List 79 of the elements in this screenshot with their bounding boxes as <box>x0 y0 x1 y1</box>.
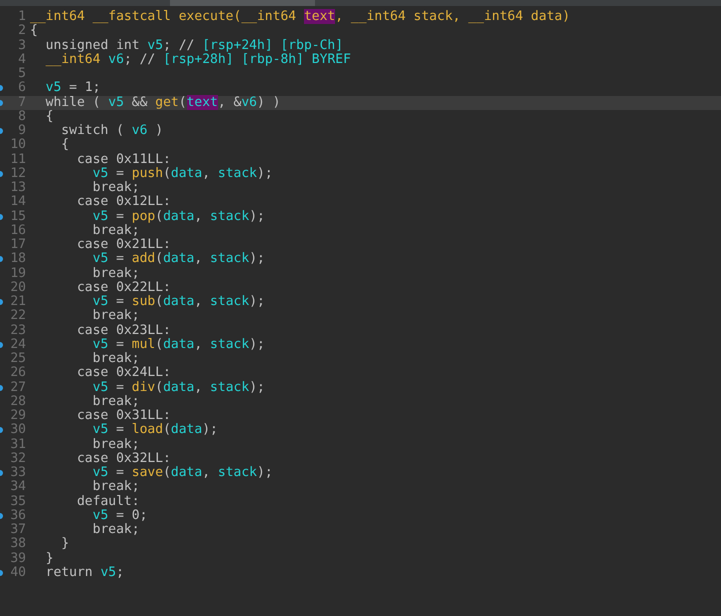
code-line: v5 = 1; <box>44 81 102 96</box>
code-line: case 0x11LL: <box>76 152 172 167</box>
line-number: 36 <box>10 508 26 523</box>
line-number: 18 <box>10 252 26 267</box>
line-number: 11 <box>10 152 26 167</box>
line-number: 39 <box>10 552 26 566</box>
active-tab[interactable] <box>170 0 315 6</box>
code-line: v5 = pop(data, stack); <box>92 210 266 224</box>
line-number: 27 <box>10 380 26 395</box>
line-number: 23 <box>10 324 26 338</box>
code-line: v5 = 0; <box>92 508 148 523</box>
code-line: break; <box>92 480 141 494</box>
line-number: 32 <box>10 452 26 466</box>
code-line: break; <box>92 352 141 366</box>
code-line: break; <box>92 266 141 281</box>
line-number: 1 <box>18 10 26 24</box>
line-number: 20 <box>10 280 26 295</box>
code-line: v5 = div(data, stack); <box>92 380 266 395</box>
line-number: 19 <box>10 266 26 281</box>
line-number: 8 <box>18 110 26 124</box>
code-line: default: <box>76 494 141 509</box>
code-line: break; <box>92 181 141 195</box>
code-line: v5 = sub(data, stack); <box>92 295 266 309</box>
code-line: while ( v5 && get(text, &v6) ) <box>44 96 282 110</box>
code-line: switch ( v6 ) <box>60 124 164 138</box>
line-number: 31 <box>10 438 26 452</box>
code-line: case 0x32LL: <box>76 452 172 466</box>
code-line: v5 = push(data, stack); <box>92 166 274 181</box>
code-line: unsigned int v5; // [rsp+24h] [rbp-Ch] <box>44 38 344 52</box>
line-number: 10 <box>10 138 26 153</box>
line-number: 17 <box>10 238 26 252</box>
line-number: 24 <box>10 338 26 352</box>
line-number: 22 <box>10 309 26 324</box>
line-number: 34 <box>10 480 26 495</box>
code-line: __int64 __fastcall execute(__int64 text, __int64 stack, __int64 data) <box>30 10 572 24</box>
line-number: 16 <box>10 224 26 238</box>
line-number: 40 <box>10 566 26 580</box>
line-number: 13 <box>10 181 26 196</box>
code-line: } <box>60 537 70 552</box>
code-line: v5 = mul(data, stack); <box>92 338 266 352</box>
code-line: case 0x23LL: <box>76 324 172 338</box>
line-number: 14 <box>10 195 26 210</box>
code-line: { <box>44 110 54 124</box>
line-number: 5 <box>18 67 26 81</box>
line-number: 21 <box>10 295 26 309</box>
line-number: 35 <box>10 494 26 509</box>
code-line: __int64 v6; // [rsp+28h] [rbp-8h] BYREF <box>44 52 352 67</box>
code-line: v5 = save(data, stack); <box>92 466 274 480</box>
code-line: { <box>30 24 39 38</box>
line-number: 3 <box>18 38 26 53</box>
code-line: case 0x24LL: <box>76 366 172 380</box>
code-line: break; <box>92 394 141 409</box>
code-line: return v5; <box>44 566 125 580</box>
code-line: break; <box>92 523 141 538</box>
code-line: v5 = add(data, stack); <box>92 252 266 266</box>
code-line: case 0x21LL: <box>76 238 172 252</box>
code-line: case 0x12LL: <box>76 195 172 210</box>
line-number: 4 <box>18 52 26 68</box>
code-line: break; <box>92 438 141 452</box>
code-line: case 0x22LL: <box>76 280 172 295</box>
line-number: 37 <box>10 523 26 537</box>
line-number: 2 <box>18 24 26 39</box>
line-number: 38 <box>10 537 26 552</box>
line-number: 26 <box>10 366 26 381</box>
line-number: 6 <box>18 81 26 96</box>
line-number: 9 <box>18 124 26 138</box>
code-line: { <box>60 138 70 152</box>
code-line: break; <box>92 309 141 324</box>
line-number: 29 <box>10 409 26 423</box>
code-line: } <box>44 552 54 566</box>
code-line: break; <box>92 224 140 238</box>
code-line: case 0x31LL: <box>76 409 172 423</box>
line-number: 28 <box>10 394 26 409</box>
code-line: v5 = load(data); <box>92 423 219 438</box>
line-number: 12 <box>10 166 26 181</box>
line-number: 15 <box>10 210 26 224</box>
line-number: 25 <box>10 352 26 366</box>
line-number: 30 <box>10 423 26 438</box>
line-number: 33 <box>10 466 26 480</box>
